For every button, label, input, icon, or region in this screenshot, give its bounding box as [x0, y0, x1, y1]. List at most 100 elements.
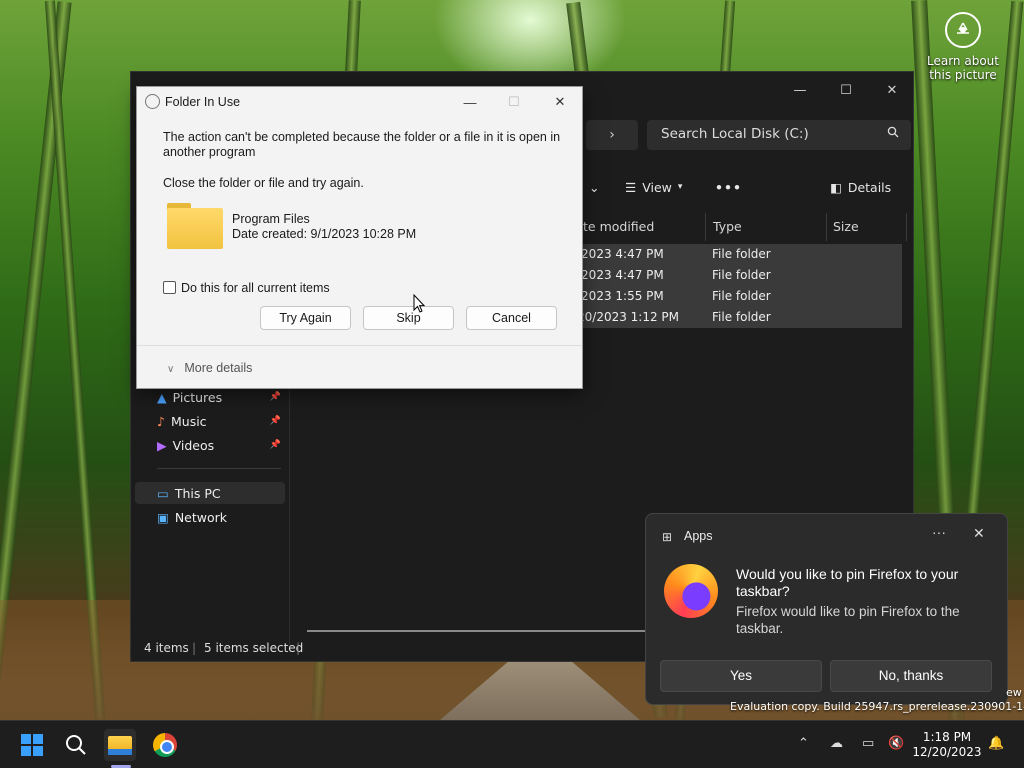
clock-time: 1:18 PM: [922, 730, 972, 744]
details-label: Details: [847, 179, 892, 195]
column-date-modified[interactable]: te modified: [577, 213, 706, 241]
chevron-up-icon[interactable]: ⌃: [798, 736, 809, 751]
pin-firefox-notification: ⊞ Apps ··· ✕ Would you like to pin Firef…: [645, 513, 1008, 705]
minimize-icon[interactable]: —: [453, 91, 487, 113]
table-row[interactable]: 20/2023 1:12 PM File folder: [577, 307, 902, 328]
chevron-down-icon: ▾: [677, 182, 683, 192]
row-type: File folder: [712, 310, 771, 324]
sidebar-item-pictures[interactable]: ▲ Pictures 📌: [135, 386, 285, 408]
yes-button[interactable]: Yes: [660, 660, 822, 692]
chevron-right-icon: ›: [609, 127, 615, 143]
cancel-button[interactable]: Cancel: [466, 306, 557, 330]
sidebar-item-videos[interactable]: ▶ Videos 📌: [135, 434, 285, 456]
row-type: File folder: [712, 247, 771, 261]
clock-icon: [145, 94, 160, 109]
sort-chevron-icon[interactable]: ⌄: [589, 177, 599, 197]
apply-all-label: Do this for all current items: [181, 281, 330, 295]
sidebar-item-label: Music: [170, 413, 207, 429]
sidebar-item-this-pc[interactable]: ▭ This PC: [135, 482, 285, 504]
network-icon[interactable]: ▭: [862, 736, 874, 751]
dialog-title: Folder In Use: [165, 95, 241, 109]
sidebar-item-label: Videos: [172, 437, 215, 453]
horizontal-scrollbar[interactable]: [307, 630, 647, 632]
file-list: /2023 4:47 PM File folder /2023 4:47 PM …: [577, 244, 902, 328]
windows-logo-icon: [21, 734, 43, 756]
volume-muted-icon[interactable]: 🔇: [888, 736, 904, 751]
row-type: File folder: [712, 268, 771, 282]
details-pane-button[interactable]: ◧ Details: [830, 177, 891, 197]
dialog-instruction: Close the folder or file and try again.: [163, 176, 364, 190]
notification-heading: Would you like to pin Firefox to your ta…: [736, 566, 959, 599]
folder-in-use-dialog: Folder In Use — ☐ ✕ The action can't be …: [136, 86, 583, 389]
table-row[interactable]: /2023 1:55 PM File folder: [577, 286, 902, 307]
music-icon: ♪: [157, 413, 165, 429]
status-selected-count: 5 items selected: [204, 641, 304, 655]
onedrive-offline-icon[interactable]: ☁: [830, 736, 843, 751]
view-label: View: [642, 179, 672, 195]
row-modified: /2023 4:47 PM: [577, 247, 664, 261]
computer-icon: ▭: [157, 485, 169, 501]
minimize-icon[interactable]: —: [777, 76, 823, 104]
pin-icon: 📌: [269, 440, 281, 450]
apply-all-checkbox[interactable]: [163, 281, 176, 294]
learn-label: Learn about this picture: [927, 54, 999, 82]
more-options-icon[interactable]: ···: [932, 524, 946, 540]
row-modified: 20/2023 1:12 PM: [577, 310, 680, 324]
more-details-label: More details: [184, 361, 253, 375]
search-button[interactable]: [60, 729, 92, 761]
column-size[interactable]: Size: [827, 213, 907, 241]
apps-icon: ⊞: [662, 530, 673, 544]
file-explorer-icon: [108, 735, 132, 755]
row-type: File folder: [712, 289, 771, 303]
sidebar-item-label: This PC: [174, 485, 221, 501]
maximize-icon[interactable]: ☐: [823, 76, 869, 104]
view-list-icon: ☰: [625, 179, 637, 195]
videos-icon: ▶: [157, 437, 167, 453]
address-chevron-button[interactable]: ›: [586, 120, 638, 150]
dialog-divider: [137, 345, 582, 346]
more-options-button[interactable]: •••: [715, 177, 742, 197]
status-item-count: 4 items: [144, 641, 189, 655]
notification-app-name: Apps: [684, 529, 713, 543]
clock-date: 12/20/2023: [912, 745, 982, 759]
camera-icon: [945, 12, 981, 48]
sidebar-item-label: Network: [174, 509, 228, 525]
watermark-partial: ew: [1006, 686, 1022, 699]
chrome-taskbar-button[interactable]: [149, 729, 181, 761]
status-separator: |: [192, 641, 197, 655]
build-watermark: Evaluation copy. Build 25947.rs_prerelea…: [730, 700, 1024, 713]
more-details-toggle[interactable]: ∨ More details: [167, 361, 252, 375]
row-modified: /2023 1:55 PM: [577, 289, 664, 303]
search-icon: [887, 126, 899, 141]
search-input[interactable]: Search Local Disk (C:): [647, 120, 911, 150]
row-modified: /2023 4:47 PM: [577, 268, 664, 282]
sidebar-item-network[interactable]: ▣ Network: [135, 506, 285, 528]
skip-button[interactable]: Skip: [363, 306, 454, 330]
start-button[interactable]: [16, 729, 48, 761]
sidebar-item-music[interactable]: ♪ Music 📌: [135, 410, 285, 432]
close-icon[interactable]: ✕: [869, 76, 915, 104]
table-row[interactable]: /2023 4:47 PM File folder: [577, 244, 902, 265]
details-pane-icon: ◧: [830, 179, 842, 195]
search-placeholder: Search Local Disk (C:): [661, 126, 809, 142]
clock[interactable]: 1:18 PM 12/20/2023: [912, 730, 982, 760]
chrome-icon: [153, 733, 177, 757]
maximize-icon: ☐: [508, 94, 520, 109]
learn-about-picture[interactable]: Learn about this picture: [918, 12, 1008, 82]
file-date-created: Date created: 9/1/2023 10:28 PM: [232, 227, 417, 241]
table-row[interactable]: /2023 4:47 PM File folder: [577, 265, 902, 286]
taskbar: ⌃ ☁ ▭ 🔇 1:18 PM 12/20/2023 🔔: [0, 720, 1024, 768]
view-button[interactable]: ☰ View ▾: [625, 177, 682, 197]
mouse-cursor-icon: [413, 294, 425, 313]
close-icon[interactable]: ✕: [543, 91, 577, 113]
column-type[interactable]: Type: [707, 213, 827, 241]
no-thanks-button[interactable]: No, thanks: [830, 660, 992, 692]
notification-bell-icon[interactable]: 🔔: [988, 736, 1004, 751]
try-again-button[interactable]: Try Again: [260, 306, 351, 330]
close-icon[interactable]: ✕: [973, 525, 985, 542]
file-explorer-taskbar-button[interactable]: [104, 729, 136, 761]
chevron-down-icon: ∨: [167, 364, 175, 375]
firefox-icon: [664, 564, 718, 618]
search-icon: [66, 735, 86, 755]
network-icon: ▣: [157, 509, 169, 525]
